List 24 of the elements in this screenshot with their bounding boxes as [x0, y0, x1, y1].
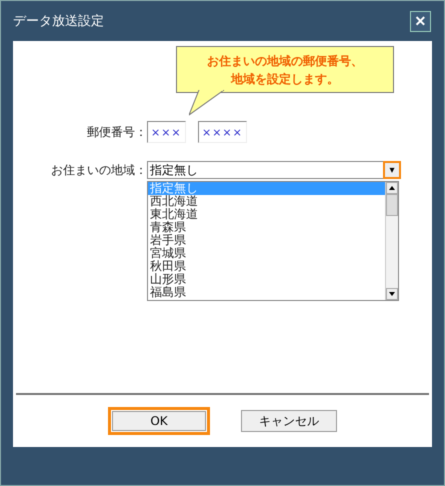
- postal-code-field[interactable]: ××××: [198, 121, 247, 143]
- region-label: お住まいの地域：: [50, 162, 147, 178]
- scroll-thumb[interactable]: [386, 194, 398, 216]
- postal-code-label: 郵便番号：: [86, 124, 147, 140]
- region-option[interactable]: 東北海道: [148, 208, 385, 221]
- scroll-up-arrow-icon[interactable]: [389, 186, 395, 190]
- cancel-button[interactable]: キャンセル: [241, 410, 337, 432]
- close-button[interactable]: ✕: [410, 10, 431, 32]
- region-option[interactable]: 西北海道: [148, 195, 385, 208]
- ok-button[interactable]: OK: [108, 407, 210, 435]
- region-option[interactable]: 秋田県: [148, 260, 385, 273]
- window-title: データ放送設定: [13, 13, 104, 30]
- region-option[interactable]: 青森県: [148, 221, 385, 234]
- region-option[interactable]: 岩手県: [148, 234, 385, 247]
- region-option[interactable]: 宮城県: [148, 247, 385, 260]
- region-option[interactable]: 山形県: [148, 273, 385, 286]
- postal-code-field[interactable]: ×××: [147, 121, 186, 143]
- region-dropdown[interactable]: 指定無し ▾: [147, 161, 399, 179]
- scrollbar[interactable]: [385, 182, 398, 300]
- scroll-down-arrow-icon[interactable]: [389, 292, 395, 296]
- region-option[interactable]: 福島県: [148, 286, 385, 299]
- callout-text: 地域を設定します。: [231, 70, 339, 88]
- callout-text: お住まいの地域の郵便番号、: [207, 52, 363, 70]
- dropdown-arrow-button[interactable]: ▾: [383, 161, 401, 179]
